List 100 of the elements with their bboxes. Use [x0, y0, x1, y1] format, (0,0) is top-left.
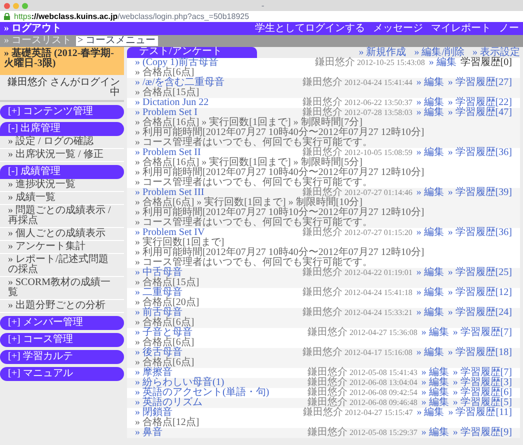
history-link[interactable]: » 学習履歴[24]: [448, 308, 512, 318]
edit-link[interactable]: » 編集: [416, 408, 444, 418]
edit-link[interactable]: » 編集: [416, 308, 444, 318]
sidebar-item[interactable]: » 設定 / ログの確認: [0, 136, 124, 149]
author-date: 鎌田悠介 2012-06-22 13:50:37: [302, 98, 412, 108]
test-detail: » 合格点[6点]: [135, 318, 196, 328]
section-header[interactable]: [+] 学習カルテ: [0, 350, 124, 364]
test-detail: » 合格点[12点]: [135, 418, 200, 428]
zoom-button[interactable]: [22, 2, 28, 8]
action-link[interactable]: » 編集/削除: [414, 48, 464, 58]
author-date: 鎌田悠介 2012-07-28 13:58:03: [302, 108, 412, 118]
edit-link[interactable]: » 編集: [421, 328, 449, 338]
history-link[interactable]: » 学習履歴[36]: [448, 148, 512, 158]
top-link[interactable]: 学生としてログインする: [255, 24, 365, 34]
test-detail: » 利用可能時間[2012年07月27 10時10分〜2012年07月27 12時10分]: [135, 208, 426, 218]
edit-link[interactable]: » 編集: [421, 428, 449, 438]
test-title[interactable]: » 英語のリズム: [135, 398, 308, 408]
test-detail: » 実行回数[1回まで]: [135, 238, 225, 248]
test-detail: » 合格点[15点]: [135, 88, 200, 98]
test-detail: » コース管理者はいつでも、何回でも実行可能です。: [135, 138, 374, 148]
sidebar-item[interactable]: » 問題ごとの成績表示 / 再採点: [0, 205, 124, 228]
history-link[interactable]: » 学習履歴[12]: [448, 288, 512, 298]
history-link[interactable]: » 学習履歴[36]: [448, 228, 512, 238]
edit-link[interactable]: » 編集: [416, 108, 444, 118]
history-link[interactable]: » 学習履歴[47]: [448, 108, 512, 118]
edit-link[interactable]: » 編集: [416, 268, 444, 278]
lock-icon: [4, 13, 10, 20]
test-detail: » 合格点[6点]: [135, 338, 196, 348]
section-header[interactable]: [+] マニュアル: [0, 367, 124, 381]
history-link[interactable]: » 学習履歴[39]: [448, 188, 512, 198]
history-link[interactable]: » 学習履歴[7]: [452, 368, 512, 378]
test-title[interactable]: » 紛らわしい母音(1): [135, 378, 308, 388]
history-link[interactable]: » 学習履歴[6]: [452, 388, 512, 398]
edit-link[interactable]: » 編集: [416, 148, 444, 158]
test-title[interactable]: » Problem Set II: [135, 148, 303, 158]
test-title[interactable]: » 後舌母音: [135, 348, 303, 358]
section-header[interactable]: [+] コース管理: [0, 333, 124, 347]
test-detail: » 利用可能時間[2012年07月27 10時40分〜2012年07月27 12時10分]: [135, 248, 426, 258]
test-title[interactable]: » Problem Set IV: [135, 228, 303, 238]
top-link[interactable]: メッセージ: [373, 24, 423, 34]
author-date: 鎌田悠介 2012-07-27 01:15:20: [302, 228, 412, 238]
test-title[interactable]: » 中舌母音: [135, 268, 303, 278]
section-header[interactable]: [+] コンテンツ管理: [0, 105, 124, 119]
edit-link[interactable]: » 編集: [416, 188, 444, 198]
history-link[interactable]: » 学習履歴[22]: [448, 98, 512, 108]
test-title[interactable]: » Dictation Jun 22: [135, 98, 303, 108]
sidebar-item[interactable]: » アンケート集計: [0, 241, 124, 254]
test-detail: » 合格点[6点] » 実行回数[1回まで] » 制限時間[10分]: [135, 198, 362, 208]
history-link[interactable]: » 学習履歴[25]: [448, 268, 512, 278]
sidebar-item[interactable]: » SCORM教材の成績一覧: [0, 277, 124, 300]
logout-link[interactable]: » ログアウト: [4, 24, 62, 34]
sidebar-item[interactable]: » 個人ごとの成績表示: [0, 228, 124, 241]
history-link[interactable]: » 学習履歴[7]: [452, 328, 512, 338]
test-title[interactable]: » /æ/を含む二重母音: [135, 78, 303, 88]
test-title[interactable]: » (Copy 1)前舌母音: [135, 58, 316, 68]
history-link[interactable]: » 学習履歴[9]: [452, 428, 512, 438]
history-link[interactable]: » 学習履歴[18]: [448, 348, 512, 358]
edit-link[interactable]: » 編集: [421, 368, 449, 378]
history-link[interactable]: » 学習履歴[3]: [452, 378, 512, 388]
test-title[interactable]: » 閉鎖音: [135, 408, 303, 418]
sidebar-item[interactable]: » 出題分野ごとの分析: [0, 300, 124, 313]
course-title: » 基礎英語 (2012-春学期-火曜日-3限): [4, 49, 115, 69]
edit-link[interactable]: » 編集: [416, 288, 444, 298]
sidebar-item[interactable]: » 出席状況一覧 / 修正: [0, 149, 124, 162]
edit-link[interactable]: » 編集: [421, 388, 449, 398]
top-link[interactable]: ノー: [499, 24, 519, 34]
edit-link[interactable]: » 編集: [416, 228, 444, 238]
history-link[interactable]: » 学習履歴[11]: [448, 408, 512, 418]
action-link[interactable]: » 表示設定: [472, 48, 520, 58]
edit-link[interactable]: » 編集: [416, 98, 444, 108]
edit-link[interactable]: » 編集: [416, 348, 444, 358]
section-header[interactable]: [-] 成績管理: [0, 165, 124, 179]
test-title[interactable]: » 鼻音: [135, 428, 308, 438]
section-header[interactable]: [-] 出席管理: [0, 122, 124, 136]
top-link[interactable]: マイレポート: [431, 24, 491, 34]
test-detail: » 合格点[15点]: [135, 278, 200, 288]
test-detail: » コース管理者はいつでも、何回でも実行可能です。: [135, 218, 374, 228]
test-title[interactable]: » 子音と母音: [135, 328, 308, 338]
edit-link[interactable]: » 編集: [421, 398, 449, 408]
author-date: 鎌田悠介 2012-04-24 15:41:44: [302, 78, 412, 88]
history-link[interactable]: » 学習履歴[27]: [448, 78, 512, 88]
sidebar-item[interactable]: » レポート/記述式問題の採点: [0, 254, 124, 277]
minimize-button[interactable]: [13, 2, 19, 8]
test-title[interactable]: » 英語のアクセント(単語・句): [135, 388, 308, 398]
sidebar-item[interactable]: » 進捗状況一覧: [0, 179, 124, 192]
close-button[interactable]: [4, 2, 10, 8]
window-title: -: [262, 2, 264, 10]
test-title[interactable]: » 摩擦音: [135, 368, 308, 378]
history-link[interactable]: » 学習履歴[5]: [452, 398, 512, 408]
sidebar-item[interactable]: » 成績一覧: [0, 192, 124, 205]
section-header[interactable]: [+] メンバー管理: [0, 316, 124, 330]
breadcrumb-tab[interactable]: > コースメニュー: [76, 36, 158, 46]
edit-link[interactable]: » 編集: [416, 78, 444, 88]
edit-link[interactable]: » 編集: [428, 58, 456, 68]
test-title[interactable]: » Problem Set III: [135, 188, 303, 198]
test-title[interactable]: » Problem Set I: [135, 108, 303, 118]
edit-link[interactable]: » 編集: [421, 378, 449, 388]
test-title[interactable]: » 二重母音: [135, 288, 303, 298]
action-link[interactable]: » 新規作成: [358, 48, 406, 58]
test-title[interactable]: » 前舌母音: [135, 308, 303, 318]
